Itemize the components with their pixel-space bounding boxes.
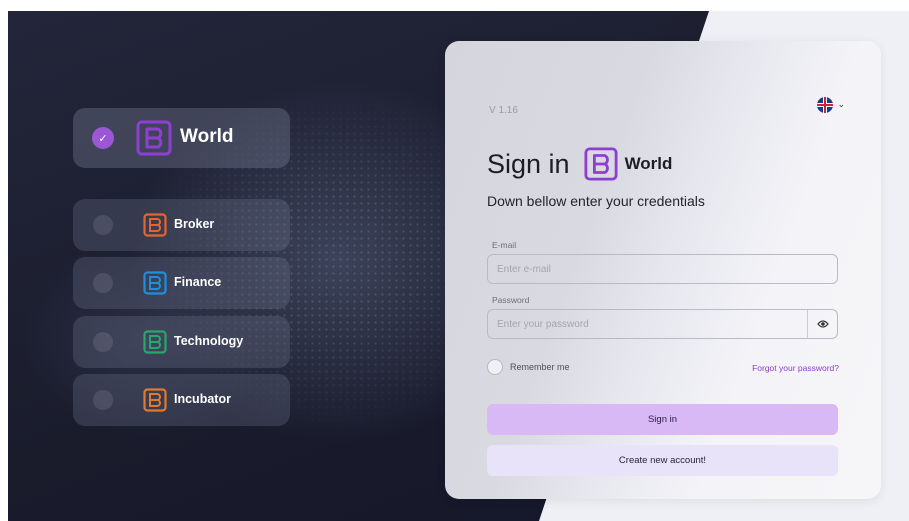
brand-option-broker[interactable]: Broker xyxy=(73,199,290,251)
radio-unchecked xyxy=(93,215,113,235)
brand-world-label: World xyxy=(624,154,673,173)
login-screen: ✓ World Broker Finance Technology Incuba… xyxy=(8,11,909,521)
divider xyxy=(807,310,808,338)
email-field[interactable] xyxy=(487,254,838,284)
subtitle: Down bellow enter your credentials xyxy=(487,193,705,209)
b-world-logo-icon xyxy=(584,147,618,181)
sign-in-title: Sign in xyxy=(487,148,570,179)
remember-checkbox[interactable] xyxy=(487,359,503,375)
brand-option-incubator[interactable]: Incubator xyxy=(73,374,290,426)
language-selector[interactable]: ⌄ xyxy=(817,97,845,113)
brand-label-finance: Finance xyxy=(174,275,222,289)
sign-in-button[interactable]: Sign in xyxy=(487,404,838,435)
forgot-password-link[interactable]: Forgot your password? xyxy=(752,363,839,373)
brand-label-broker: Broker xyxy=(174,217,215,231)
radio-unchecked xyxy=(93,390,113,410)
remember-me[interactable]: Remember me xyxy=(487,359,570,375)
page-title: Sign in World xyxy=(487,147,672,181)
brand-option-finance[interactable]: Finance xyxy=(73,257,290,309)
b-incubator-logo-icon xyxy=(143,388,167,412)
b-broker-logo-icon xyxy=(143,213,167,237)
password-field[interactable] xyxy=(487,309,838,339)
brand-label-technology: Technology xyxy=(174,334,244,348)
brand-label-world: World xyxy=(180,126,234,147)
eye-icon[interactable] xyxy=(817,318,829,330)
b-world-logo-icon xyxy=(136,120,172,156)
password-label: Password xyxy=(492,295,530,305)
create-account-button[interactable]: Create new account! xyxy=(487,445,838,476)
radio-unchecked xyxy=(93,332,113,352)
brand-option-world[interactable]: ✓ World xyxy=(73,108,290,168)
b-finance-logo-icon xyxy=(143,271,167,295)
brand-option-technology[interactable]: Technology xyxy=(73,316,290,368)
uk-flag-icon xyxy=(817,97,834,113)
b-technology-logo-icon xyxy=(143,330,167,354)
version-label: V 1.16 xyxy=(489,105,518,116)
check-icon: ✓ xyxy=(92,127,114,149)
email-label: E-mail xyxy=(492,240,517,250)
radio-unchecked xyxy=(93,273,113,293)
chevron-down-icon: ⌄ xyxy=(837,100,845,110)
brand-label-incubator: Incubator xyxy=(174,392,231,406)
sign-in-panel: V 1.16 ⌄ Sign in World Down bellow enter… xyxy=(445,41,881,499)
remember-me-label: Remember me xyxy=(510,362,570,372)
